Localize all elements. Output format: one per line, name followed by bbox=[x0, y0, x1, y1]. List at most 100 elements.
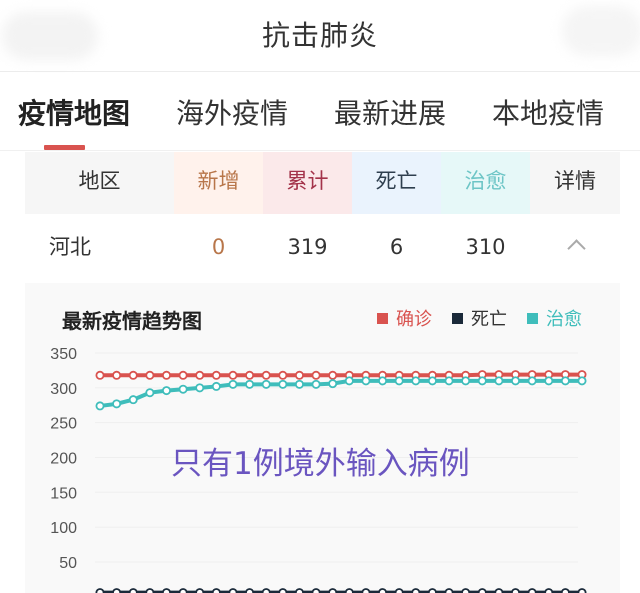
data-point[interactable] bbox=[228, 370, 238, 380]
data-point[interactable] bbox=[361, 588, 371, 593]
data-point[interactable] bbox=[494, 376, 504, 386]
data-point[interactable] bbox=[145, 388, 155, 398]
data-point[interactable] bbox=[444, 588, 454, 593]
data-point[interactable] bbox=[477, 376, 487, 386]
data-point[interactable] bbox=[427, 376, 437, 386]
data-point[interactable] bbox=[128, 370, 138, 380]
data-point[interactable] bbox=[211, 381, 221, 391]
data-point[interactable] bbox=[278, 379, 288, 389]
data-point[interactable] bbox=[261, 588, 271, 593]
header-new: 新增 bbox=[174, 152, 263, 214]
data-point[interactable] bbox=[95, 588, 105, 593]
y-tick-label: 150 bbox=[50, 485, 77, 502]
data-point[interactable] bbox=[278, 370, 288, 380]
data-point[interactable] bbox=[344, 376, 354, 386]
data-point[interactable] bbox=[294, 379, 304, 389]
data-point[interactable] bbox=[411, 376, 421, 386]
data-point[interactable] bbox=[278, 588, 288, 593]
data-point[interactable] bbox=[294, 370, 304, 380]
table-row[interactable]: 河北 0 319 6 310 bbox=[25, 214, 620, 280]
data-point[interactable] bbox=[112, 588, 122, 593]
data-point[interactable] bbox=[361, 376, 371, 386]
data-point[interactable] bbox=[145, 370, 155, 380]
data-point[interactable] bbox=[311, 588, 321, 593]
data-point[interactable] bbox=[161, 386, 171, 396]
tab-latest-progress[interactable]: 最新进展 bbox=[334, 92, 446, 132]
data-point[interactable] bbox=[128, 588, 138, 593]
data-point[interactable] bbox=[228, 588, 238, 593]
data-point[interactable] bbox=[511, 376, 521, 386]
data-point[interactable] bbox=[311, 379, 321, 389]
chevron-up-icon[interactable] bbox=[567, 239, 586, 258]
data-point[interactable] bbox=[161, 588, 171, 593]
data-point[interactable] bbox=[527, 588, 537, 593]
data-point[interactable] bbox=[112, 370, 122, 380]
data-point[interactable] bbox=[178, 384, 188, 394]
data-point[interactable] bbox=[427, 588, 437, 593]
data-point[interactable] bbox=[178, 588, 188, 593]
header-deaths: 死亡 bbox=[352, 152, 441, 214]
y-tick-label: 250 bbox=[50, 416, 77, 433]
data-point[interactable] bbox=[112, 399, 122, 409]
series-line-2 bbox=[99, 378, 582, 408]
data-point[interactable] bbox=[294, 588, 304, 593]
data-point[interactable] bbox=[494, 588, 504, 593]
data-point[interactable] bbox=[328, 588, 338, 593]
data-point[interactable] bbox=[344, 588, 354, 593]
data-point[interactable] bbox=[394, 376, 404, 386]
data-point[interactable] bbox=[245, 379, 255, 389]
app-title: 抗击肺炎 bbox=[261, 19, 378, 52]
table-header: 地区 新增 累计 死亡 治愈 详情 bbox=[25, 152, 620, 214]
data-point[interactable] bbox=[195, 383, 205, 393]
data-point[interactable] bbox=[161, 370, 171, 380]
data-point[interactable] bbox=[544, 588, 554, 593]
data-point[interactable] bbox=[145, 588, 155, 593]
data-point[interactable] bbox=[261, 379, 271, 389]
trend-chart-card: 最新疫情趋势图 确诊 死亡 治愈 350 300 250 200 150 100 50 只有… bbox=[25, 283, 620, 593]
tab-epidemic-map[interactable]: 疫情地图 bbox=[18, 92, 130, 132]
data-point[interactable] bbox=[195, 370, 205, 380]
data-point[interactable] bbox=[444, 376, 454, 386]
data-point[interactable] bbox=[95, 401, 105, 411]
data-point[interactable] bbox=[195, 588, 205, 593]
data-point[interactable] bbox=[560, 588, 570, 593]
data-point[interactable] bbox=[228, 379, 238, 389]
data-point[interactable] bbox=[544, 376, 554, 386]
data-point[interactable] bbox=[527, 376, 537, 386]
y-tick-label: 200 bbox=[50, 450, 77, 467]
data-point[interactable] bbox=[95, 370, 105, 380]
data-point[interactable] bbox=[311, 370, 321, 380]
tab-local[interactable]: 本地疫情 bbox=[492, 92, 604, 132]
data-point[interactable] bbox=[411, 588, 421, 593]
data-point[interactable] bbox=[577, 376, 587, 386]
data-point[interactable] bbox=[378, 376, 388, 386]
y-tick-label: 50 bbox=[59, 555, 77, 572]
cell-deaths: 6 bbox=[389, 235, 404, 259]
data-point[interactable] bbox=[245, 588, 255, 593]
y-tick-label: 350 bbox=[50, 346, 77, 363]
y-tick-label: 300 bbox=[50, 381, 77, 398]
chart-annotation: 只有1例境外输入病例 bbox=[171, 446, 470, 482]
data-point[interactable] bbox=[511, 588, 521, 593]
data-point[interactable] bbox=[211, 370, 221, 380]
menu-button-blurred[interactable] bbox=[562, 6, 640, 56]
data-point[interactable] bbox=[461, 376, 471, 386]
data-point[interactable] bbox=[577, 588, 587, 593]
data-point[interactable] bbox=[211, 588, 221, 593]
tab-bar: 疫情地图 海外疫情 最新进展 本地疫情 bbox=[0, 72, 640, 150]
data-point[interactable] bbox=[461, 588, 471, 593]
data-point[interactable] bbox=[128, 395, 138, 405]
data-point[interactable] bbox=[178, 370, 188, 380]
data-point[interactable] bbox=[328, 370, 338, 380]
data-point[interactable] bbox=[245, 370, 255, 380]
data-point[interactable] bbox=[560, 376, 570, 386]
cell-new: 0 bbox=[211, 235, 226, 259]
data-point[interactable] bbox=[394, 588, 404, 593]
data-point[interactable] bbox=[328, 379, 338, 389]
stats-table: 地区 新增 累计 死亡 治愈 详情 河北 0 319 6 310 bbox=[25, 152, 620, 280]
header-details: 详情 bbox=[530, 152, 620, 214]
data-point[interactable] bbox=[378, 588, 388, 593]
tab-overseas[interactable]: 海外疫情 bbox=[176, 92, 288, 132]
data-point[interactable] bbox=[477, 588, 487, 593]
data-point[interactable] bbox=[261, 370, 271, 380]
